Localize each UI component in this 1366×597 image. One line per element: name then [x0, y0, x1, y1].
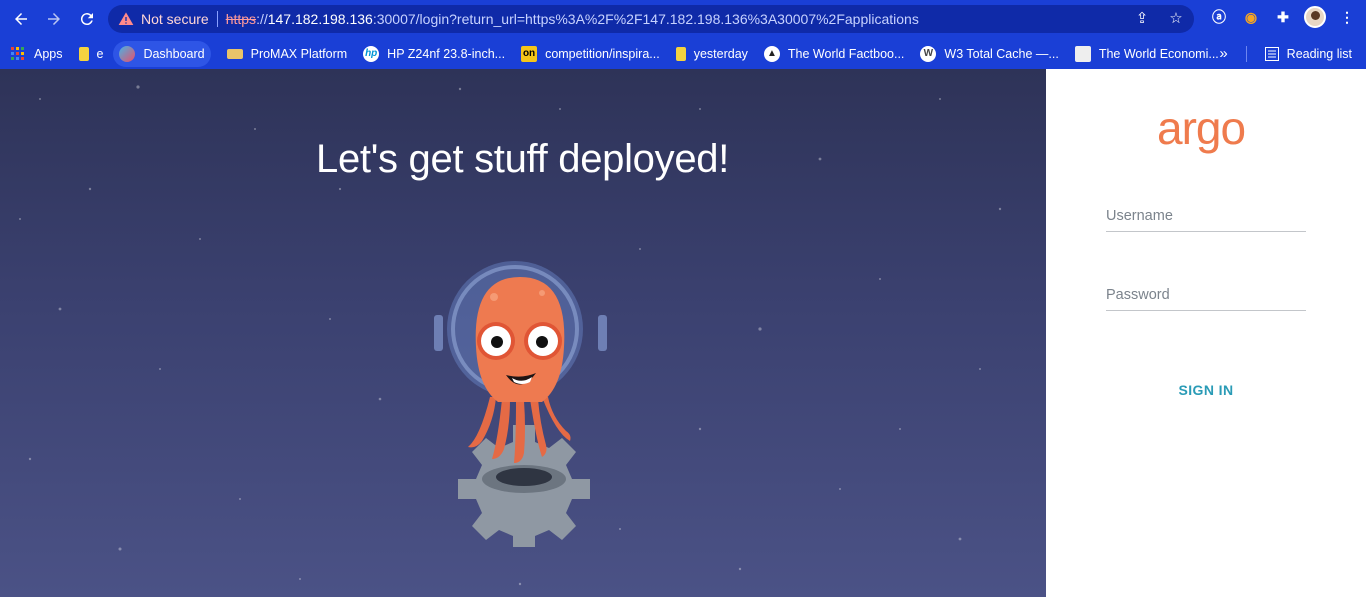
bookmark-label: e [96, 46, 104, 61]
password-input[interactable] [1106, 281, 1306, 309]
url-host: 147.182.198.136 [267, 11, 373, 27]
login-panel: argo SIGN IN [1046, 69, 1366, 597]
reload-icon[interactable] [72, 4, 102, 34]
bookmark-label: The World Factboo... [787, 46, 905, 61]
bookmark-dashboard[interactable]: Dashboard [113, 40, 211, 67]
forward-icon[interactable] [39, 4, 69, 34]
apps-grid-icon [10, 46, 26, 62]
browser-toolbar: Not secure https://147.182.198.136:30007… [0, 0, 1366, 38]
sign-in-button[interactable]: SIGN IN [1156, 382, 1256, 404]
rss-icon[interactable]: ◉ [1240, 6, 1262, 28]
bookmark-yesterday[interactable]: yesterday [675, 41, 748, 67]
bookmarks-right: » Reading list [1219, 38, 1352, 69]
bookmark-world-factbook[interactable]: ▲ The World Factboo... [763, 41, 905, 67]
omnibox-divider [216, 11, 218, 27]
extension-a-icon[interactable]: ⓐ [1208, 6, 1230, 28]
bookmark-label: Apps [34, 46, 63, 61]
bookmark-label: Dashboard [143, 46, 205, 61]
bookmark-competition[interactable]: on competition/inspira... [521, 41, 660, 67]
bookmarks-bar: Apps e Dashboard ProMAX Platform hp HP Z… [0, 38, 1366, 69]
omnibox-actions: ⇪ ☆ [1132, 9, 1186, 27]
cia-icon: ▲ [763, 45, 780, 62]
on-icon: on [521, 45, 538, 62]
more-bookmarks-chevron[interactable]: » [1219, 45, 1227, 62]
hero-background: Let's get stuff deployed! [0, 69, 1046, 597]
bookmark-label: ProMAX Platform [250, 46, 348, 61]
bookmark-apps[interactable]: Apps [10, 41, 63, 67]
share-icon[interactable]: ⇪ [1132, 9, 1152, 27]
dashboard-icon [119, 45, 136, 62]
bookmark-hp[interactable]: hp HP Z24nf 23.8-inch... [363, 41, 505, 67]
bookmark-label: HP Z24nf 23.8-inch... [387, 46, 506, 61]
bookmarks-divider [1245, 45, 1247, 62]
argo-octopus-mascot [434, 261, 607, 547]
hp-icon: hp [363, 45, 380, 62]
username-field-wrapper [1106, 202, 1306, 232]
wordpress-icon: W [920, 45, 937, 62]
reading-list-button[interactable]: Reading list [1264, 46, 1352, 61]
yellow-folder-icon [78, 46, 89, 61]
argo-logo: argo [1157, 102, 1246, 154]
bookmark-star-icon[interactable]: ☆ [1166, 9, 1186, 27]
profile-avatar[interactable] [1304, 6, 1326, 28]
address-bar[interactable]: Not secure https://147.182.198.136:30007… [108, 5, 1194, 33]
bookmark-world-economic[interactable]: The World Economi... [1074, 41, 1219, 67]
warning-icon [118, 12, 134, 25]
hero-headline: Let's get stuff deployed! [316, 137, 730, 181]
extensions-area: ⓐ ◉ ✚ ⋮ [1208, 6, 1358, 28]
bookmark-e[interactable]: e [78, 41, 104, 67]
url-separator: :// [256, 11, 268, 27]
not-secure-label[interactable]: Not secure [141, 11, 209, 27]
back-icon[interactable] [6, 4, 36, 34]
menu-kebab-icon[interactable]: ⋮ [1336, 6, 1358, 28]
bookmark-label: W3 Total Cache —... [944, 46, 1059, 61]
username-input[interactable] [1106, 202, 1306, 230]
bookmark-label: The World Economi... [1098, 46, 1219, 61]
yellow-folder-icon [675, 46, 686, 61]
reading-list-icon [1264, 46, 1279, 61]
bookmark-label: competition/inspira... [545, 46, 660, 61]
wef-icon [1074, 45, 1091, 62]
bookmark-w3-total-cache[interactable]: W W3 Total Cache —... [920, 41, 1059, 67]
promax-icon [226, 48, 243, 59]
puzzle-extensions-icon[interactable]: ✚ [1272, 6, 1294, 28]
bookmark-promax[interactable]: ProMAX Platform [226, 41, 348, 67]
reading-list-label: Reading list [1286, 46, 1352, 61]
url-path: :30007/login?return_url=https%3A%2F%2F14… [372, 11, 919, 27]
url-scheme: https [225, 11, 257, 27]
bookmark-label: yesterday [693, 46, 748, 61]
password-field-wrapper [1106, 281, 1306, 311]
